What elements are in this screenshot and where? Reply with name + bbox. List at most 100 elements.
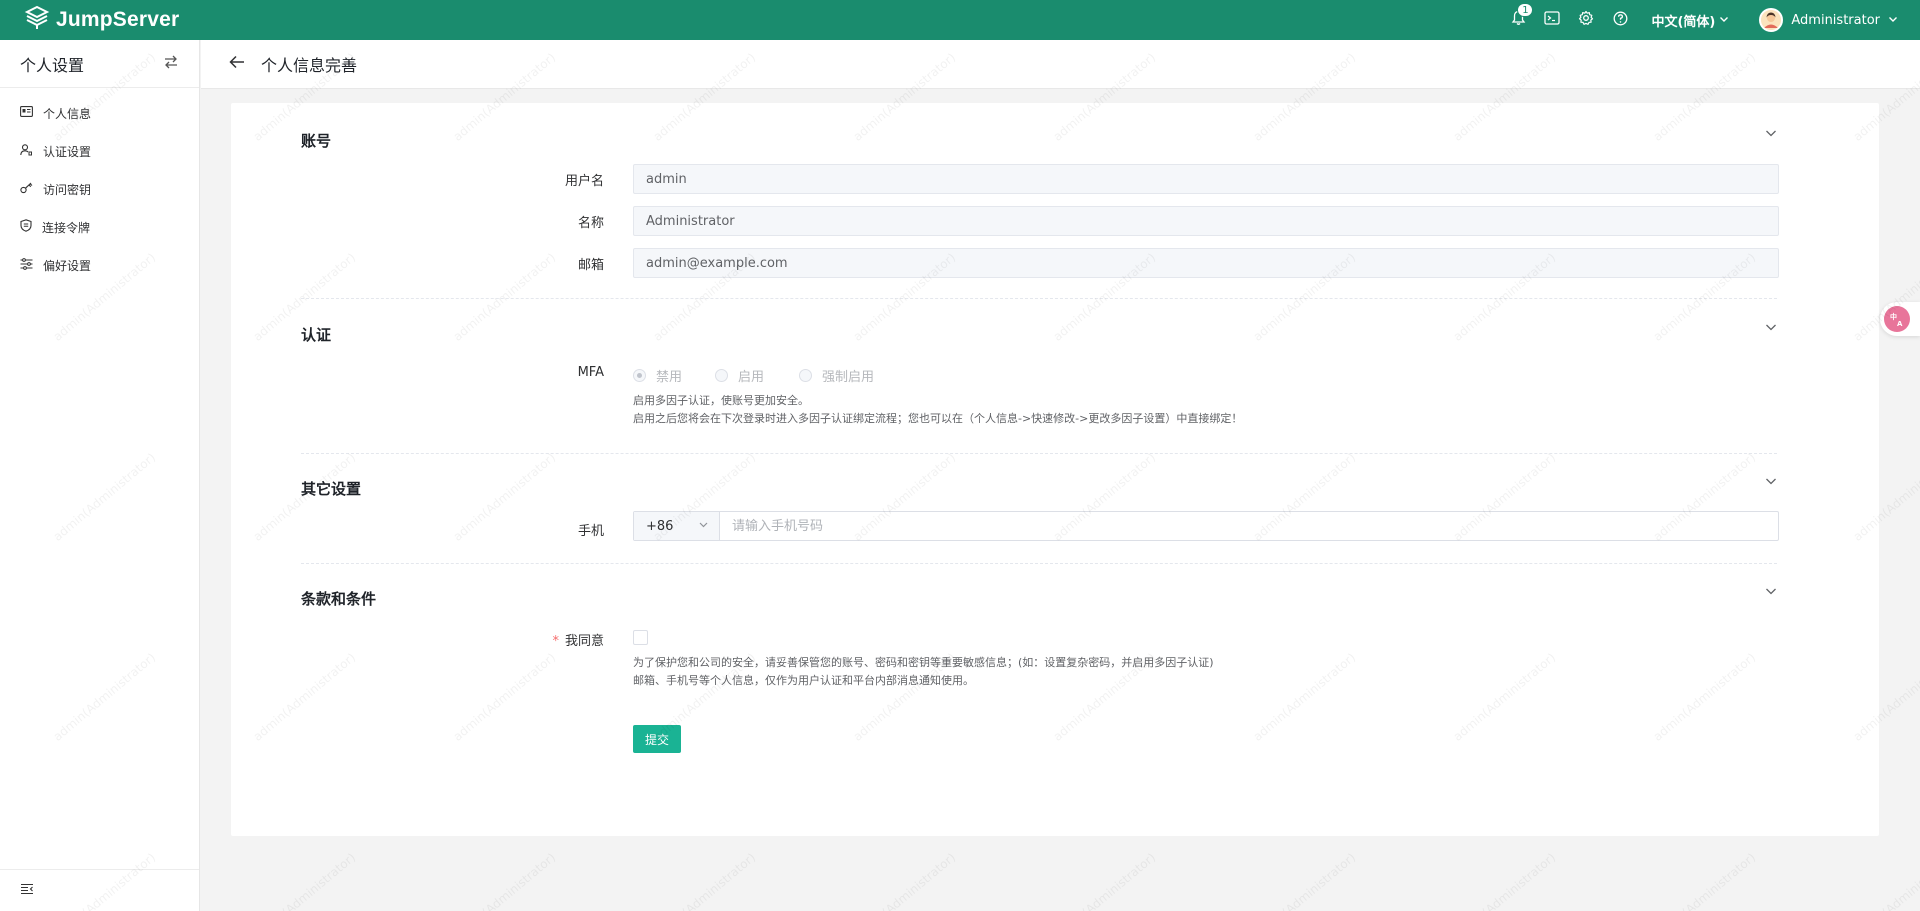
chevron-down-icon [1719, 13, 1729, 28]
mfa-help-text: 启用多因子认证，使账号更加安全。 启用之后您将会在下次登录时进入多因子认证绑定流… [633, 392, 1242, 428]
agree-checkbox[interactable] [633, 630, 648, 645]
sidebar-item-access-keys[interactable]: 访问密钥 [0, 170, 199, 208]
page-header: 个人信息完善 [201, 40, 1920, 89]
back-button[interactable] [229, 55, 247, 73]
svg-text:中: 中 [1890, 312, 1897, 321]
page-title: 个人信息完善 [261, 56, 358, 75]
watermark-text: admin(Administrator) [1650, 850, 1759, 911]
brand-logo[interactable]: JumpServer [24, 5, 179, 35]
phone-country-code-select[interactable]: +86 [634, 512, 720, 540]
section-divider [301, 563, 1777, 564]
mfa-label: MFA [577, 365, 604, 380]
submit-button[interactable]: 提交 [633, 725, 681, 753]
watermark-text: admin(Administrator) [850, 850, 959, 911]
radio-checked-icon [633, 369, 646, 382]
web-terminal-button[interactable] [1543, 11, 1561, 29]
sidebar-header: 个人设置 [0, 40, 199, 88]
sidebar: 个人设置 个人信息 认证设置 访问密钥 连接令牌 偏好设置 [0, 40, 200, 911]
sidebar-item-profile[interactable]: 个人信息 [0, 94, 199, 132]
question-circle-icon [1613, 11, 1628, 30]
watermark-text: admin(Administrator) [250, 850, 359, 911]
user-name: Administrator [1791, 12, 1880, 28]
section-divider [301, 453, 1777, 454]
sidebar-menu: 个人信息 认证设置 访问密钥 连接令牌 偏好设置 [0, 88, 199, 284]
terms-help-line: 邮箱、手机号等个人信息，仅作为用户认证和平台内部消息通知使用。 [633, 674, 974, 687]
mfa-option-forced[interactable]: 强制启用 [799, 366, 874, 385]
chevron-down-icon [1888, 13, 1898, 28]
sidebar-item-label: 个人信息 [43, 106, 92, 121]
top-navbar: JumpServer 1 中文(简体) Administrator [0, 0, 1920, 40]
mfa-option-label: 启用 [738, 370, 765, 385]
sidebar-item-preferences[interactable]: 偏好设置 [0, 246, 199, 284]
name-value: Administrator [646, 213, 735, 229]
mfa-help-line: 启用之后您将会在下次登录时进入多因子认证绑定流程；您也可以在（个人信息->快速修… [633, 412, 1243, 425]
collapse-sidebar-button[interactable] [0, 869, 199, 911]
section-title-terms: 条款和条件 [301, 590, 377, 608]
email-field[interactable]: admin@example.com [633, 248, 1779, 278]
section-title-other: 其它设置 [301, 480, 362, 498]
user-menu[interactable]: Administrator [1759, 8, 1898, 32]
svg-text:A: A [1897, 320, 1903, 327]
mfa-option-label: 禁用 [656, 370, 683, 385]
switch-view-button[interactable] [163, 55, 179, 73]
arrows-exchange-icon [163, 55, 179, 73]
radio-unchecked-icon [715, 369, 728, 382]
sidebar-item-auth-settings[interactable]: 认证设置 [0, 132, 199, 170]
watermark-text: admin(Administrator) [450, 850, 559, 911]
section-title-account: 账号 [301, 132, 332, 150]
settings-button[interactable] [1577, 10, 1595, 30]
username-value: admin [646, 171, 687, 187]
username-field[interactable]: admin [633, 164, 1779, 194]
chevron-down-icon [698, 519, 709, 534]
email-value: admin@example.com [646, 255, 788, 271]
sliders-icon [20, 257, 33, 273]
agree-label-text: 我同意 [564, 634, 604, 649]
terms-help-text: 为了保护您和公司的安全，请妥善保管您的账号、密码和密钥等重要敏感信息；(如：设置… [633, 654, 1214, 690]
section-collapse-account[interactable] [1764, 126, 1778, 140]
help-button[interactable] [1611, 11, 1629, 29]
language-selector[interactable]: 中文(简体) [1651, 11, 1729, 30]
chevron-down-icon [1766, 478, 1776, 485]
jumpserver-logo-icon [24, 5, 50, 35]
watermark-text: admin(Administrator) [1050, 850, 1159, 911]
sidebar-item-label: 偏好设置 [43, 258, 92, 273]
brand-name: JumpServer [56, 8, 180, 31]
watermark-text: admin(Administrator) [650, 850, 759, 911]
mfa-help-line: 启用多因子认证，使账号更加安全。 [633, 394, 809, 407]
phone-label: 手机 [577, 524, 604, 539]
notification-badge: 1 [1517, 3, 1534, 17]
phone-country-code: +86 [646, 518, 674, 534]
terms-help-line: 为了保护您和公司的安全，请妥善保管您的账号、密码和密钥等重要敏感信息；(如：设置… [633, 656, 1214, 669]
watermark-text: admin(Administrator) [1450, 850, 1559, 911]
name-label: 名称 [577, 216, 604, 231]
section-collapse-terms[interactable] [1764, 584, 1778, 598]
section-collapse-auth[interactable] [1764, 320, 1778, 334]
terminal-icon [1544, 11, 1561, 29]
section-collapse-other[interactable] [1764, 474, 1778, 488]
section-title-auth: 认证 [301, 326, 332, 344]
mfa-option-enabled[interactable]: 启用 [715, 366, 764, 385]
translate-float-button[interactable]: 中A [1880, 302, 1920, 336]
notification-button[interactable]: 1 [1509, 3, 1534, 29]
section-divider [301, 298, 1777, 299]
menu-fold-icon [20, 883, 34, 899]
id-card-icon [20, 106, 33, 120]
language-label: 中文(简体) [1651, 14, 1716, 30]
avatar [1759, 8, 1784, 32]
sidebar-item-connection-token[interactable]: 连接令牌 [0, 208, 199, 246]
watermark-text: admin(Administrator) [1250, 850, 1359, 911]
name-field[interactable]: Administrator [633, 206, 1779, 236]
profile-form-card: 账号 用户名 admin 名称 Administrator 邮箱 admin@e… [231, 103, 1879, 836]
chevron-down-icon [1766, 588, 1776, 595]
phone-input[interactable] [720, 512, 1778, 540]
chevron-down-icon [1766, 130, 1776, 137]
mfa-option-label: 强制启用 [822, 370, 875, 385]
user-shield-icon [20, 143, 33, 159]
gear-icon [1578, 10, 1594, 30]
chevron-down-icon [1766, 324, 1776, 331]
required-mark: * [552, 634, 559, 649]
radio-unchecked-icon [799, 369, 812, 382]
phone-field-group: +86 [633, 511, 1779, 541]
mfa-option-disabled[interactable]: 禁用 [633, 366, 682, 385]
sidebar-item-label: 认证设置 [43, 144, 92, 159]
